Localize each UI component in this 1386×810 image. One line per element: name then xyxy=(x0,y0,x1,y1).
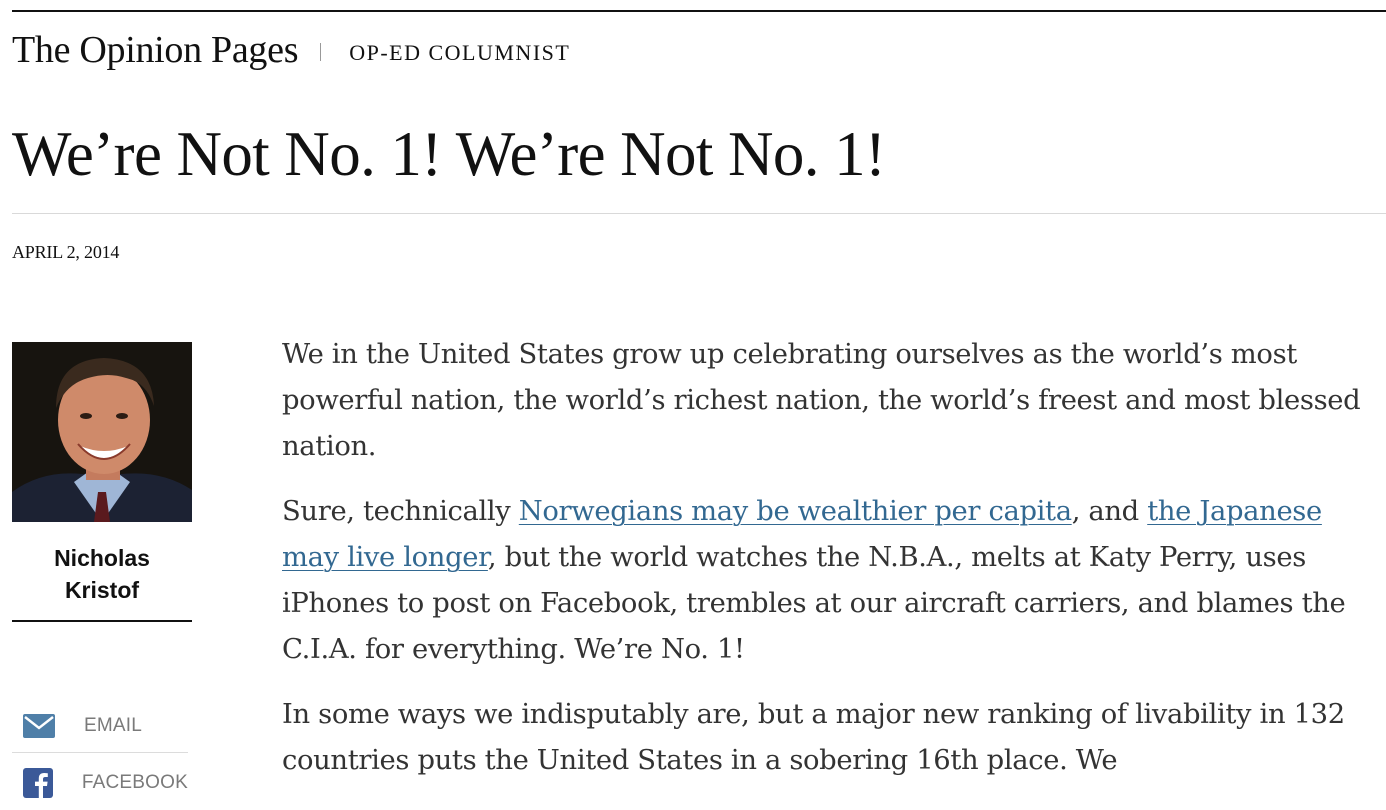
article-paragraph-2: Sure, technically Norwegians may be weal… xyxy=(282,489,1372,673)
paragraph-2-text-a: Sure, technically xyxy=(282,496,519,527)
author-box: Nicholas Kristof xyxy=(12,342,192,622)
share-tools: EMAIL FACEBOOK xyxy=(12,700,188,810)
masthead-rule xyxy=(12,10,1386,12)
author-divider xyxy=(12,620,192,622)
article-body: We in the United States grow up celebrat… xyxy=(282,332,1372,803)
section-header: The Opinion Pages OP-ED COLUMNIST xyxy=(12,28,570,72)
author-name-link[interactable]: Nicholas Kristof xyxy=(12,542,192,606)
author-last-name: Kristof xyxy=(64,577,140,603)
author-first-name: Nicholas xyxy=(54,545,150,571)
article-paragraph-3: In some ways we indisputably are, but a … xyxy=(282,699,1345,776)
envelope-icon xyxy=(22,711,56,741)
section-separator xyxy=(320,43,322,61)
paragraph-2-text-b: , and xyxy=(1071,496,1148,527)
article-headline: We’re Not No. 1! We’re Not No. 1! xyxy=(12,119,886,189)
share-email-button[interactable]: EMAIL xyxy=(12,700,188,752)
headline-divider xyxy=(12,213,1386,214)
link-norwegians-wealthier[interactable]: Norwegians may be wealthier per capita xyxy=(519,496,1072,527)
article-paragraph-1: We in the United States grow up celebrat… xyxy=(282,339,1361,462)
facebook-icon xyxy=(22,767,54,798)
share-email-label: EMAIL xyxy=(84,715,143,736)
column-kicker-link[interactable]: OP-ED COLUMNIST xyxy=(349,40,570,66)
author-photo[interactable] xyxy=(12,342,192,522)
section-name-link[interactable]: The Opinion Pages xyxy=(12,28,299,72)
article-date: APRIL 2, 2014 xyxy=(12,242,120,262)
share-facebook-label: FACEBOOK xyxy=(81,771,188,793)
share-facebook-button[interactable]: FACEBOOK xyxy=(12,752,188,810)
